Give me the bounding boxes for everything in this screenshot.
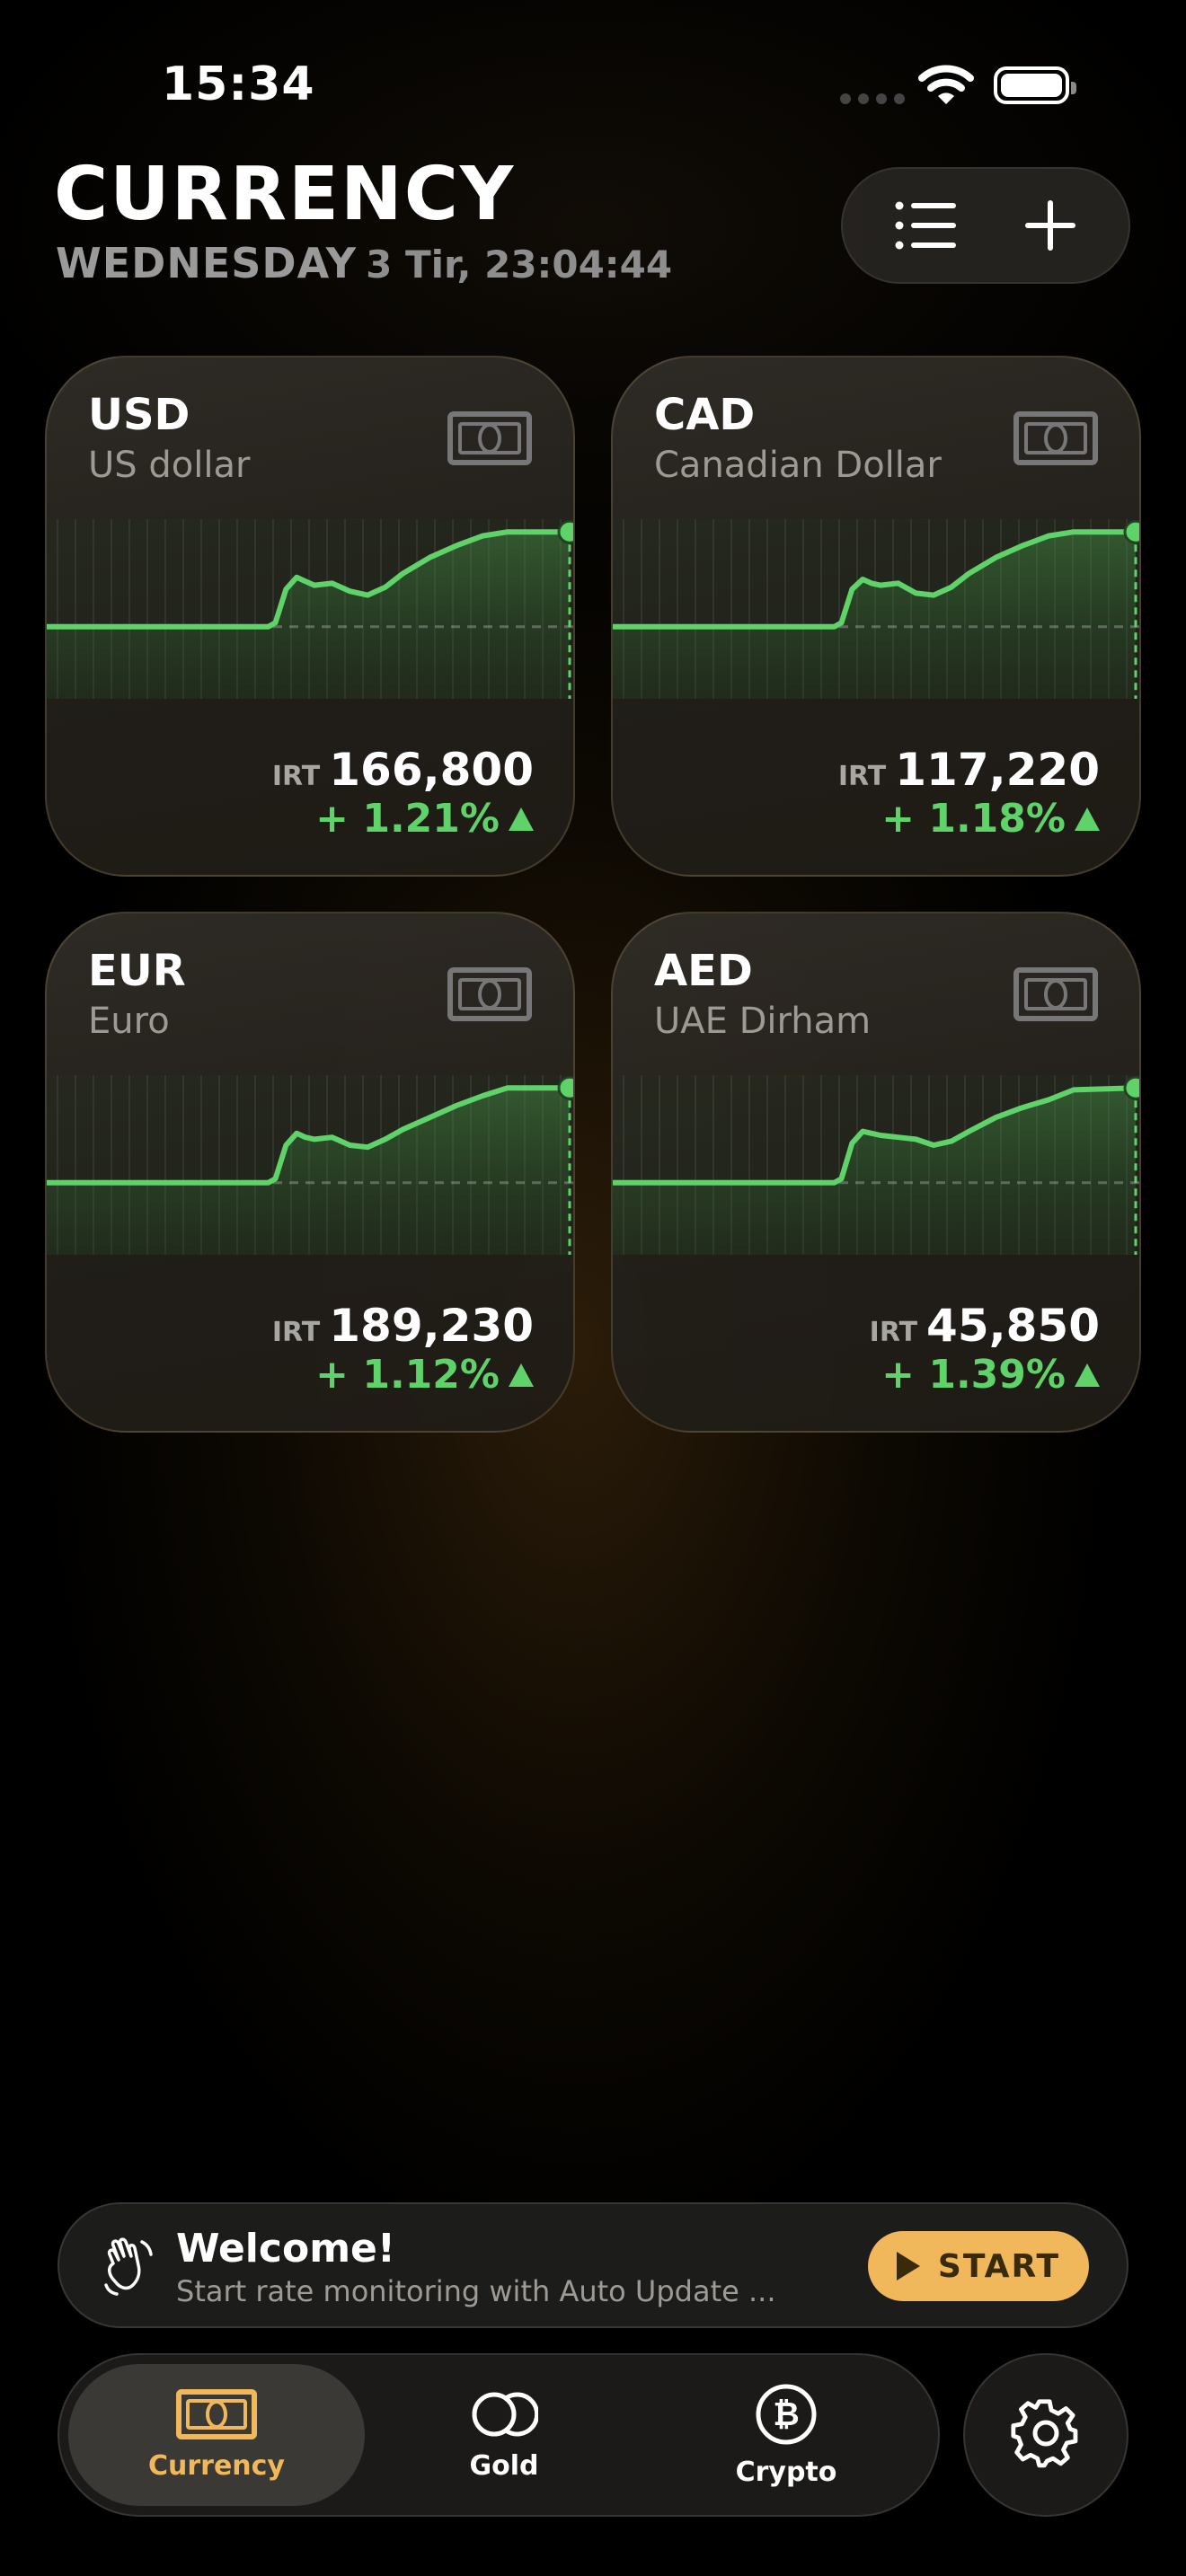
list-icon [895, 201, 956, 250]
coins-icon [472, 2392, 538, 2436]
add-button[interactable] [992, 169, 1109, 282]
up-triangle-icon [1075, 1363, 1100, 1387]
start-label: START [937, 2247, 1061, 2285]
price-change: + 1.12% [315, 1352, 534, 1398]
currency-code: CAD [654, 390, 756, 440]
currency-name: US dollar [88, 445, 251, 486]
welcome-banner: Welcome! Start rate monitoring with Auto… [58, 2202, 1128, 2328]
tab-label: Crypto [735, 2456, 837, 2488]
currency-name: Euro [88, 1001, 170, 1042]
tab-bar: Currency Gold ₿ Crypto [58, 2353, 940, 2517]
change-percent: + 1.21% [315, 796, 500, 842]
change-percent: + 1.39% [881, 1352, 1066, 1398]
price-value: 189,230 [329, 1300, 534, 1352]
marker-dot [1123, 519, 1139, 544]
banknote-icon [1013, 967, 1098, 1021]
price: IRT 166,800 [272, 744, 534, 796]
price-value: 117,220 [895, 744, 1100, 796]
currency-unit: IRT [837, 761, 887, 792]
gear-icon [1011, 2399, 1078, 2468]
welcome-title: Welcome! [176, 2226, 395, 2272]
currency-card-eur[interactable]: EUR Euro IRT 189,230 + 1.12% [45, 912, 575, 1433]
price-chart [47, 1075, 573, 1255]
svg-text:₿: ₿ [773, 2396, 799, 2433]
currency-card-cad[interactable]: CAD Canadian Dollar IRT 117,220 + 1.18% [611, 356, 1141, 877]
waving-hand-icon [104, 2237, 153, 2296]
currency-card-usd[interactable]: USD US dollar IRT 166,800 + 1.21% [45, 356, 575, 877]
weekday: WEDNESDAY [56, 239, 358, 287]
up-triangle-icon [509, 807, 534, 831]
price-value: 166,800 [329, 744, 534, 796]
change-percent: + 1.12% [315, 1352, 500, 1398]
page-subtitle: WEDNESDAY 3 Tir, 23:04:44 [56, 243, 672, 284]
battery-icon [994, 66, 1076, 104]
tab-label: Currency [147, 2449, 285, 2482]
currency-card-aed[interactable]: AED UAE Dirham IRT 45,850 + 1.39% [611, 912, 1141, 1433]
settings-button[interactable] [963, 2353, 1128, 2517]
clock: 15:34 [162, 57, 315, 111]
currency-name: Canadian Dollar [654, 445, 942, 486]
status-bar: 15:34 [0, 0, 1186, 171]
price: IRT 189,230 [272, 1300, 534, 1352]
currency-code: AED [654, 946, 753, 996]
price-change: + 1.21% [315, 796, 534, 842]
price: IRT 45,850 [870, 1300, 1100, 1352]
wifi-icon [918, 65, 974, 104]
tab-currency[interactable]: Currency [68, 2364, 365, 2506]
start-button[interactable]: START [868, 2231, 1089, 2301]
marker-dot [557, 519, 573, 544]
play-icon [896, 2252, 920, 2280]
toolbar [841, 167, 1130, 284]
up-triangle-icon [509, 1363, 534, 1387]
tab-crypto[interactable]: ₿ Crypto [638, 2364, 934, 2506]
price-chart [47, 519, 573, 699]
marker-dot [557, 1075, 573, 1100]
bitcoin-icon: ₿ [756, 2384, 817, 2444]
banknote-icon [176, 2388, 257, 2439]
tab-gold[interactable]: Gold [356, 2364, 652, 2506]
welcome-subtitle: Start rate monitoring with Auto Update .… [176, 2274, 776, 2308]
price-change: + 1.18% [881, 796, 1100, 842]
banknote-icon [447, 967, 532, 1021]
marker-dot [1123, 1075, 1139, 1100]
banknote-icon [1013, 411, 1098, 465]
signal-icon [840, 93, 905, 104]
price-change: + 1.39% [881, 1352, 1100, 1398]
tab-label: Gold [469, 2449, 539, 2482]
currency-code: EUR [88, 946, 186, 996]
price: IRT 117,220 [838, 744, 1100, 796]
currency-unit: IRT [271, 761, 321, 792]
change-percent: + 1.18% [881, 796, 1066, 842]
currency-code: USD [88, 390, 190, 440]
page-title: CURRENCY [54, 152, 516, 237]
price-chart [613, 519, 1139, 699]
banknote-icon [447, 411, 532, 465]
date-time: 3 Tir, 23:04:44 [366, 243, 673, 287]
plus-icon [1025, 200, 1075, 251]
currency-unit: IRT [869, 1317, 918, 1348]
up-triangle-icon [1075, 807, 1100, 831]
price-chart [613, 1075, 1139, 1255]
currency-unit: IRT [271, 1317, 321, 1348]
currency-name: UAE Dirham [654, 1001, 872, 1042]
price-value: 45,850 [926, 1300, 1100, 1352]
list-button[interactable] [868, 169, 985, 282]
